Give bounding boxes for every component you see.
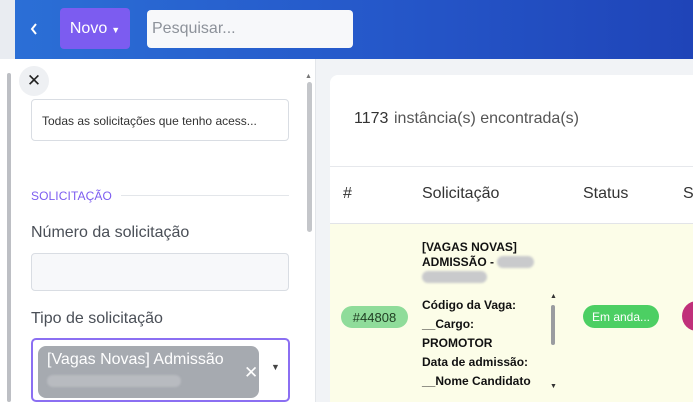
redacted-text bbox=[47, 375, 181, 387]
scope-select[interactable]: Todas as solicitações que tenho acess... bbox=[31, 99, 289, 141]
section-divider bbox=[121, 195, 289, 196]
redacted-text bbox=[497, 256, 534, 268]
caret-down-icon: ▼ bbox=[111, 24, 121, 35]
scroll-up-arrow-icon[interactable]: ▲ bbox=[550, 293, 557, 300]
redacted-text bbox=[422, 271, 487, 283]
table-divider bbox=[330, 166, 693, 167]
request-id-badge[interactable]: #44808 bbox=[341, 306, 408, 328]
column-header-solicitacao[interactable]: Solicitação bbox=[422, 185, 499, 203]
detail-line: PROMOTOR bbox=[422, 336, 493, 350]
details-scrollbar[interactable] bbox=[551, 305, 555, 345]
caret-down-icon[interactable]: ▼ bbox=[271, 362, 280, 372]
novo-button-label: Novo bbox=[69, 19, 108, 37]
search-input[interactable] bbox=[147, 10, 353, 48]
status-badge: Em anda... bbox=[583, 305, 659, 328]
close-filter-button[interactable]: ✕ bbox=[19, 66, 49, 96]
column-header-status[interactable]: Status bbox=[583, 185, 628, 203]
scroll-up-arrow-icon[interactable]: ▲ bbox=[305, 73, 312, 80]
detail-line: __Nome Candidato bbox=[422, 374, 531, 388]
results-count: 1173 bbox=[354, 110, 389, 127]
tipo-select[interactable]: [Vagas Novas] Admissão ✕ ▼ bbox=[31, 338, 290, 402]
back-button[interactable] bbox=[22, 17, 46, 41]
numero-label: Número da solicitação bbox=[31, 224, 190, 241]
request-details: Código da Vaga: __Cargo: PROMOTOR Data d… bbox=[422, 296, 546, 391]
chevron-left-icon bbox=[30, 23, 37, 35]
tipo-label: Tipo de solicitação bbox=[31, 310, 163, 327]
scroll-down-arrow-icon[interactable]: ▼ bbox=[550, 383, 557, 390]
results-count-label: instância(s) encontrada(s) bbox=[394, 110, 579, 127]
request-title-line: [VAGAS NOVAS] bbox=[422, 240, 517, 254]
filter-panel-scrollbar[interactable] bbox=[307, 82, 312, 232]
page-scrollbar[interactable] bbox=[7, 73, 11, 402]
selected-tag-label: [Vagas Novas] Admissão bbox=[47, 351, 224, 368]
detail-line: Código da Vaga: bbox=[422, 298, 517, 312]
selected-tag: [Vagas Novas] Admissão ✕ bbox=[38, 346, 259, 398]
section-title-solicitacao: SOLICITAÇÃO bbox=[31, 189, 112, 203]
remove-tag-icon[interactable]: ✕ bbox=[244, 363, 258, 383]
close-icon: ✕ bbox=[26, 71, 42, 90]
novo-button[interactable]: Novo ▼ bbox=[60, 8, 130, 49]
column-header-id[interactable]: # bbox=[343, 185, 352, 203]
left-edge-strip-top bbox=[0, 0, 15, 59]
column-header-s[interactable]: S bbox=[683, 185, 693, 203]
detail-line: Data de admissão: bbox=[422, 355, 529, 369]
numero-input[interactable] bbox=[31, 253, 289, 291]
detail-line: __Cargo: bbox=[422, 317, 475, 331]
